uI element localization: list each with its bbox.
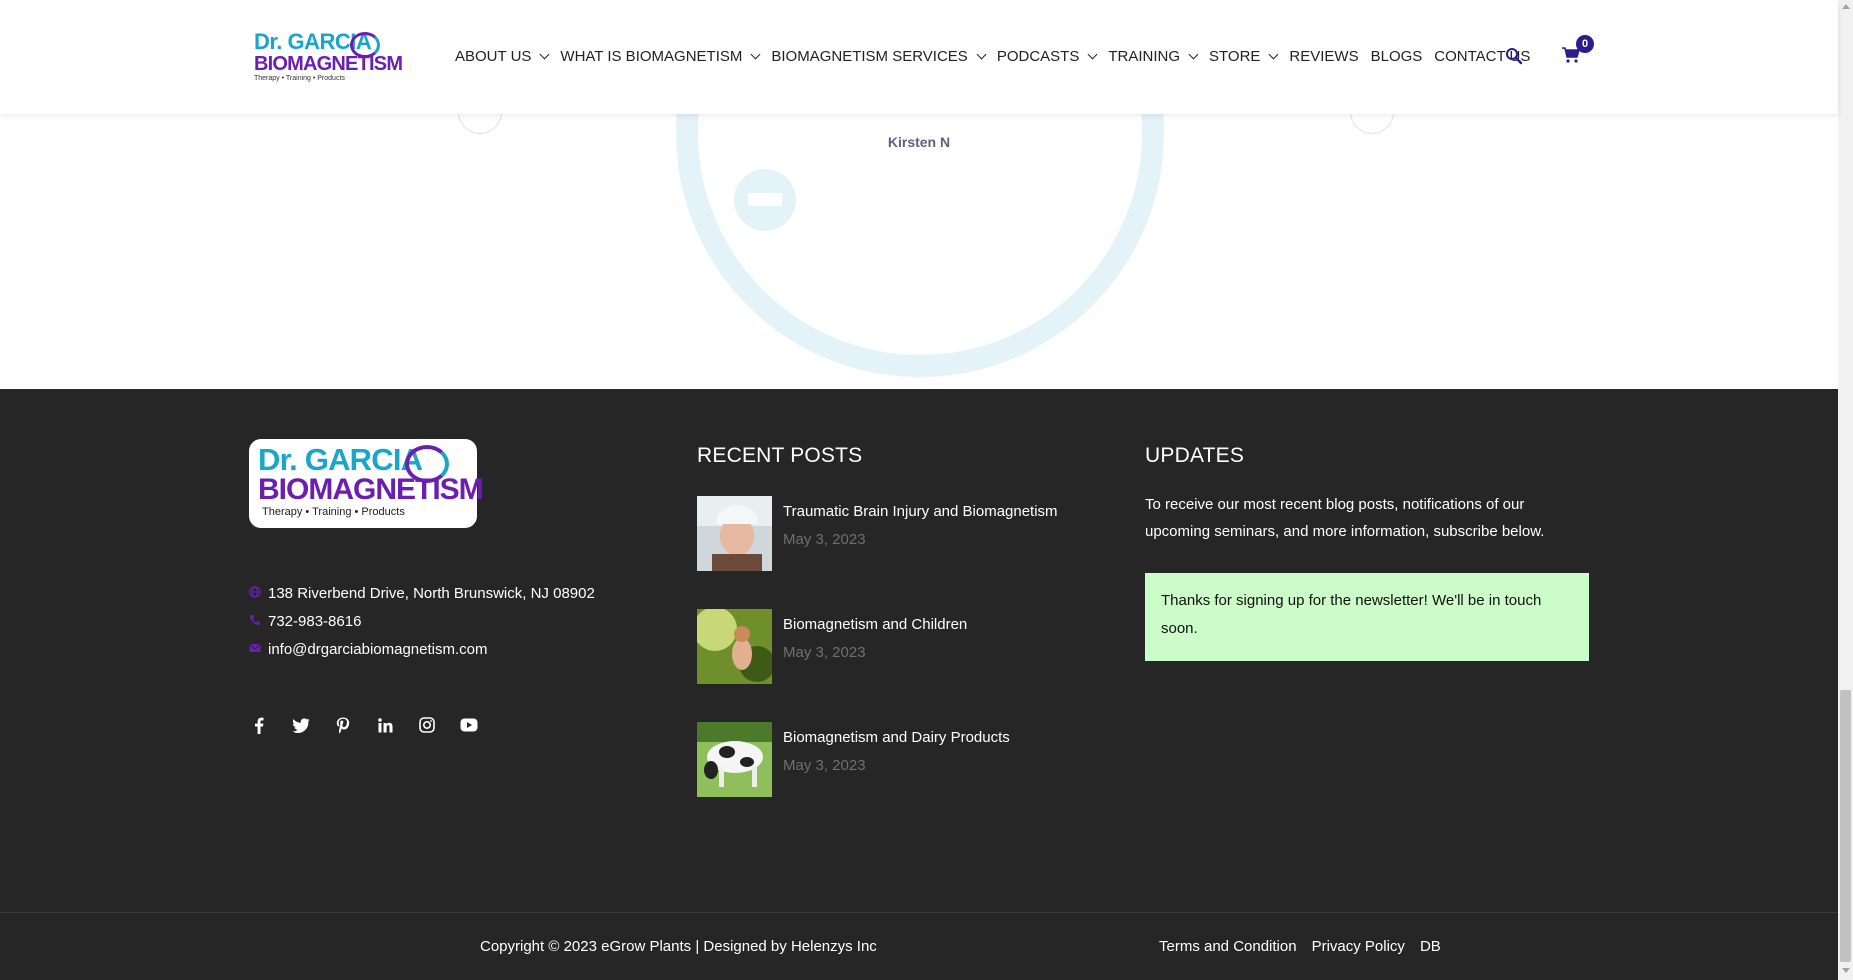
reviewer-name: Kirsten N <box>887 134 951 150</box>
chevron-down-icon <box>1268 49 1279 59</box>
nav-label: TRAINING <box>1108 48 1180 65</box>
recent-post-item[interactable]: Biomagnetism and Children May 3, 2023 <box>697 609 1097 685</box>
chevron-down-icon <box>976 49 987 59</box>
facebook-icon[interactable] <box>250 716 268 734</box>
logo-line2: BIOMAGNETISM <box>254 53 403 75</box>
updates-description: To receive our most recent blog posts, n… <box>1145 496 1545 540</box>
terms-link[interactable]: Terms and Condition <box>1159 938 1297 955</box>
post-thumbnail[interactable] <box>697 609 772 684</box>
envelope-icon <box>249 643 261 652</box>
address-text: 138 Riverbend Drive, North Brunswick, NJ… <box>268 585 595 602</box>
updates-title: UPDATES <box>1145 444 1245 467</box>
nav-store[interactable]: STORE <box>1209 48 1279 65</box>
post-thumbnail[interactable] <box>697 496 772 571</box>
nav-training[interactable]: TRAINING <box>1108 48 1199 65</box>
phone-text: 732-983-8616 <box>268 613 362 630</box>
post-date: May 3, 2023 <box>783 531 866 548</box>
newsletter-success-message: Thanks for signing up for the newsletter… <box>1145 573 1589 661</box>
post-date: May 3, 2023 <box>783 644 866 661</box>
footer-logo[interactable]: Dr. GARCIA BIOMAGNETISM Therapy • Traini… <box>249 439 484 528</box>
social-links <box>250 716 502 734</box>
copyright-text: Copyright © 2023 eGrow Plants | Designed… <box>480 938 877 955</box>
site-header: Dr. GARCIA BIOMAGNETISM Therapy • Traini… <box>0 0 1838 114</box>
chevron-down-icon <box>539 49 550 59</box>
nav-label: REVIEWS <box>1289 48 1359 65</box>
nav-podcasts[interactable]: PODCASTS <box>996 48 1098 65</box>
scroll-up-icon[interactable] <box>1842 4 1850 9</box>
decorative-magnet-icon <box>676 114 1164 377</box>
main-nav: ABOUT US WHAT IS BIOMAGNETISM BIOMAGNETI… <box>455 48 1542 65</box>
page-scrollbar[interactable] <box>1838 0 1853 980</box>
nav-biomagnetism-services[interactable]: BIOMAGNETISM SERVICES <box>771 48 987 65</box>
prev-arrow-button[interactable] <box>458 114 502 134</box>
nav-reviews[interactable]: REVIEWS <box>1289 48 1358 65</box>
chevron-down-icon <box>750 49 761 59</box>
nav-label: PODCASTS <box>996 48 1080 65</box>
twitter-icon[interactable] <box>292 716 310 734</box>
recent-post-item[interactable]: Biomagnetism and Dairy Products May 3, 2… <box>697 722 1097 798</box>
logo-swirl-icon <box>405 445 449 483</box>
site-footer: Dr. GARCIA BIOMAGNETISM Therapy • Traini… <box>0 389 1838 912</box>
cart-count-badge: 0 <box>1576 35 1594 53</box>
contact-phone[interactable]: 732-983-8616 <box>249 613 361 630</box>
testimonial-section: Kirsten N <box>0 114 1838 389</box>
post-thumbnail[interactable] <box>697 722 772 797</box>
scrollbar-thumb[interactable] <box>1840 690 1851 962</box>
scroll-down-icon[interactable] <box>1842 968 1850 973</box>
pinterest-icon[interactable] <box>334 716 352 734</box>
nav-about-us[interactable]: ABOUT US <box>455 48 550 65</box>
nav-label: WHAT IS BIOMAGNETISM <box>560 48 743 65</box>
bottom-bar: Copyright © 2023 eGrow Plants | Designed… <box>0 912 1838 980</box>
nav-label: STORE <box>1209 48 1261 65</box>
recent-posts-title: RECENT POSTS <box>697 444 863 467</box>
logo-swirl-icon <box>350 32 380 58</box>
recent-post-item[interactable]: Traumatic Brain Injury and Biomagnetism … <box>697 496 1097 572</box>
next-arrow-button[interactable] <box>1350 114 1394 134</box>
contact-email[interactable]: info@drgarciabiomagnetism.com <box>249 641 488 658</box>
page: Dr. GARCIA BIOMAGNETISM Therapy • Traini… <box>0 0 1853 980</box>
globe-icon <box>249 585 261 598</box>
nav-label: BIOMAGNETISM SERVICES <box>771 48 968 65</box>
db-link[interactable]: DB <box>1420 938 1441 955</box>
logo-line3: Therapy • Training • Products <box>262 506 405 518</box>
youtube-icon[interactable] <box>460 716 478 734</box>
site-logo[interactable]: Dr. GARCIA BIOMAGNETISM Therapy • Traini… <box>254 30 403 84</box>
search-icon[interactable] <box>1505 47 1523 65</box>
email-text: info@drgarciabiomagnetism.com <box>268 641 488 658</box>
contact-address: 138 Riverbend Drive, North Brunswick, NJ… <box>249 585 595 602</box>
decorative-minus <box>748 193 782 206</box>
chevron-down-icon <box>1087 49 1098 59</box>
post-title[interactable]: Biomagnetism and Children <box>783 616 967 633</box>
chevron-down-icon <box>1188 49 1199 59</box>
post-title[interactable]: Biomagnetism and Dairy Products <box>783 729 1010 746</box>
bottom-links: Terms and Condition Privacy Policy DB <box>1159 938 1456 955</box>
nav-label: BLOGS <box>1370 48 1423 65</box>
linkedin-icon[interactable] <box>376 716 394 734</box>
nav-blogs[interactable]: BLOGS <box>1371 48 1423 65</box>
privacy-link[interactable]: Privacy Policy <box>1312 938 1405 955</box>
phone-icon <box>249 614 260 625</box>
nav-label: ABOUT US <box>455 48 532 65</box>
nav-what-is-biomagnetism[interactable]: WHAT IS BIOMAGNETISM <box>560 48 761 65</box>
post-title[interactable]: Traumatic Brain Injury and Biomagnetism <box>783 503 1058 520</box>
post-date: May 3, 2023 <box>783 757 866 774</box>
logo-line3: Therapy • Training • Products <box>254 75 345 82</box>
instagram-icon[interactable] <box>418 716 436 734</box>
